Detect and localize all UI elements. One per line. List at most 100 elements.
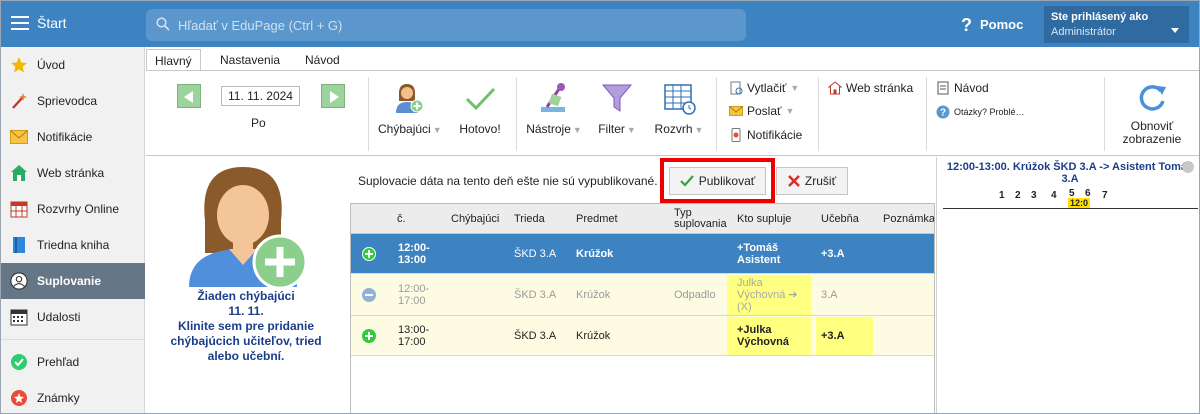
- search-box[interactable]: [146, 9, 746, 41]
- web-page-button[interactable]: Web stránka: [828, 79, 913, 97]
- row-substitute: +Tomáš Asistent: [737, 234, 780, 274]
- sidebar-item-udalosti[interactable]: Udalosti: [1, 299, 145, 335]
- missing-button[interactable]: Chýbajúci ▼: [378, 81, 442, 136]
- person-icon: [10, 272, 28, 290]
- row-substitute: +Julka Výchovná: [727, 317, 811, 355]
- tab-navod[interactable]: Návod: [297, 49, 348, 71]
- col-number[interactable]: č.: [397, 204, 406, 234]
- print-button[interactable]: Vytlačiť ▼: [729, 79, 799, 97]
- user-menu[interactable]: Ste prihlásený ako Administrátor: [1044, 6, 1189, 43]
- remove-icon[interactable]: [362, 288, 376, 302]
- add-icon[interactable]: [362, 247, 376, 261]
- refresh-button[interactable]: Obnoviť zobrazenie: [1112, 81, 1192, 146]
- missing-label: Chýbajúci: [378, 122, 431, 136]
- sidebar-item-znamky[interactable]: Známky: [1, 380, 145, 413]
- col-subject[interactable]: Predmet: [576, 204, 618, 234]
- search-icon: [156, 17, 170, 31]
- sidebar-item-suplovanie[interactable]: Suplovanie: [1, 263, 145, 299]
- book-icon: [10, 236, 28, 254]
- help-button[interactable]: ? Pomoc: [961, 15, 1023, 36]
- period-number: 7: [1102, 190, 1108, 201]
- detail-panel: 12:00-13:00. Krúžok ŠKD 3.A -> Asistent …: [936, 157, 1199, 413]
- date-field[interactable]: 11. 11. 2024: [221, 86, 300, 106]
- sidebar-item-notifikacie[interactable]: Notifikácie: [1, 119, 145, 155]
- not-published-notice: Suplovacie dáta na tento deň ešte nie sú…: [358, 174, 658, 188]
- tools-label: Nástroje: [526, 122, 571, 136]
- col-type[interactable]: Typ suplovania: [674, 204, 727, 234]
- next-day-button[interactable]: [321, 84, 345, 108]
- menu-icon[interactable]: [11, 16, 29, 30]
- sidebar-item-label: Známky: [37, 391, 80, 405]
- row-room: 3.A: [821, 289, 838, 301]
- row-time: 12:00- 17:00: [398, 274, 429, 316]
- sidebar-item-label: Úvod: [37, 58, 66, 72]
- add-icon[interactable]: [362, 329, 376, 343]
- detail-title: 12:00-13:00. Krúžok ŠKD 3.A -> Asistent …: [945, 161, 1195, 185]
- col-note[interactable]: Poznámka: [883, 204, 934, 234]
- timetable-clock-icon: [664, 84, 696, 115]
- top-bar: Štart ? Pomoc Ste prihlásený ako Administ…: [1, 1, 1199, 47]
- search-input[interactable]: [178, 9, 738, 41]
- notifications-button[interactable]: Notifikácie: [729, 126, 802, 144]
- start-label[interactable]: Štart: [37, 15, 67, 31]
- col-class[interactable]: Trieda: [514, 204, 545, 234]
- star-icon: [10, 56, 28, 74]
- sidebar: Úvod Sprievodca Notifikácie Web stránka …: [1, 47, 145, 413]
- day-label: Po: [251, 116, 266, 130]
- publish-label: Publikovať: [698, 174, 756, 188]
- sidebar-item-label: Notifikácie: [37, 130, 93, 144]
- substitute-line2: Výchovná: [737, 336, 789, 348]
- time-start: 13:00-: [398, 324, 430, 336]
- notifications-label: Notifikácie: [747, 128, 803, 142]
- table-row[interactable]: 13:00- 17:00 ŠKD 3.A Krúžok +Julka Výcho…: [351, 316, 934, 356]
- col-missing[interactable]: Chýbajúci: [451, 204, 499, 234]
- ribbon-divider: [926, 77, 927, 151]
- teacher-add-icon: [396, 84, 424, 113]
- prev-day-button[interactable]: [177, 84, 201, 108]
- guide-button[interactable]: Návod: [936, 79, 989, 97]
- table-row[interactable]: 12:00- 17:00 ŠKD 3.A Krúžok Odpadlo Julk…: [351, 274, 934, 316]
- time-start: 12:00-: [398, 242, 430, 254]
- sidebar-item-rozvrhy[interactable]: Rozvrhy Online: [1, 191, 145, 227]
- tools-icon: [541, 83, 565, 112]
- filter-label: Filter: [598, 122, 625, 136]
- filter-button[interactable]: Filter ▼: [594, 81, 640, 136]
- detail-title-line1: 12:00-13:00. Krúžok ŠKD 3.A -> Asistent …: [946, 161, 1194, 173]
- panel-hint-1: Klinite sem pre pridanie: [177, 319, 315, 333]
- done-button[interactable]: Hotovo!: [454, 81, 506, 136]
- tab-nastavenia[interactable]: Nastavenia: [212, 49, 288, 71]
- questions-button[interactable]: ? Otázky? Problé…: [936, 103, 1025, 121]
- row-class: ŠKD 3.A: [514, 248, 557, 260]
- send-button[interactable]: Poslať ▼: [729, 102, 794, 120]
- col-who[interactable]: Kto supluje: [737, 204, 791, 234]
- print-icon: [730, 81, 743, 95]
- sidebar-item-web[interactable]: Web stránka: [1, 155, 145, 191]
- close-icon[interactable]: [1182, 161, 1194, 173]
- sidebar-item-triedna-kniha[interactable]: Triedna kniha: [1, 227, 145, 263]
- sidebar-item-uvod[interactable]: Úvod: [1, 47, 145, 83]
- sidebar-item-sprievodca[interactable]: Sprievodca: [1, 83, 145, 119]
- sidebar-item-label: Udalosti: [37, 310, 81, 324]
- period-number: 1: [999, 190, 1005, 201]
- add-missing-panel[interactable]: Žiaden chýbajúci 11. 11. Klinite sem pre…: [146, 157, 346, 413]
- col-room[interactable]: Učebňa: [821, 204, 859, 234]
- done-label: Hotovo!: [459, 122, 501, 136]
- timetable-icon: [10, 200, 28, 218]
- user-line1: Ste prihlásený ako: [1051, 11, 1149, 23]
- timetable-button[interactable]: Rozvrh ▼: [649, 81, 709, 136]
- sidebar-item-prehlad[interactable]: Prehľad: [1, 344, 145, 380]
- time-start: 12:00-: [398, 283, 430, 295]
- check-circle-icon: [10, 353, 28, 371]
- tab-hlavny[interactable]: Hlavný: [146, 49, 201, 71]
- table-row[interactable]: 12:00- 13:00 ŠKD 3.A Krúžok +Tomáš Asist…: [351, 234, 934, 274]
- time-end: 17:00: [398, 295, 426, 307]
- substitute-line1: +Tomáš: [737, 242, 779, 254]
- tools-button[interactable]: Nástroje ▼: [526, 81, 582, 136]
- checkmark-icon: [465, 87, 496, 111]
- row-subject: Krúžok: [576, 330, 611, 342]
- row-class: ŠKD 3.A: [514, 289, 557, 301]
- question-circle-icon: ?: [936, 105, 950, 119]
- publish-button[interactable]: Publikovať: [669, 167, 766, 195]
- table-empty-area: [351, 356, 934, 413]
- cancel-button[interactable]: Zrušiť: [776, 167, 848, 195]
